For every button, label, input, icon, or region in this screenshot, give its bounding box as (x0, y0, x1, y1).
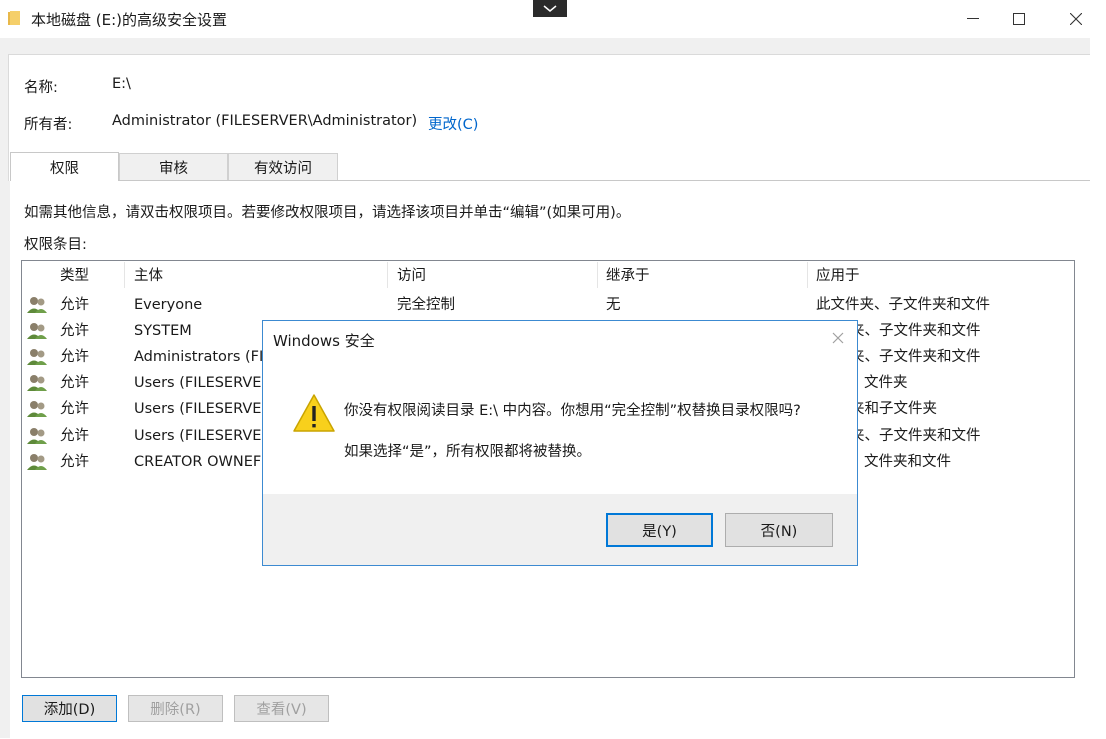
column-divider (387, 262, 388, 288)
tab-effective-access[interactable]: 有效访问 (228, 153, 338, 180)
entries-label: 权限条目: (24, 237, 87, 253)
tab-auditing[interactable]: 审核 (119, 153, 228, 180)
name-label: 名称: (24, 80, 58, 96)
row-principal: Users (FILESERVEI (134, 375, 266, 391)
change-owner-link[interactable]: 更改(C) (428, 113, 478, 134)
row-inherited: 无 (606, 297, 621, 313)
window-title: 本地磁盘 (E:)的高级安全设置 (31, 11, 228, 29)
dialog-close-button[interactable] (829, 329, 847, 347)
column-header-access[interactable]: 访问 (397, 264, 426, 288)
dialog-title: Windows 安全 (273, 332, 375, 350)
remove-button[interactable]: 删除(R) (128, 695, 223, 722)
row-applies: 此文件夹、子文件夹和文件 (816, 297, 990, 313)
users-icon (27, 401, 47, 417)
window-edge (1090, 38, 1106, 738)
name-value: E:\ (112, 76, 131, 92)
column-header-inherited[interactable]: 继承于 (606, 264, 650, 288)
users-icon (27, 323, 47, 339)
row-applies: 文件夹 (864, 375, 908, 391)
view-button[interactable]: 查看(V) (234, 695, 329, 722)
row-applies: 夹、子文件夹和文件 (850, 428, 981, 444)
row-type: 允许 (60, 297, 89, 313)
owner-label: 所有者: (24, 117, 73, 133)
folder-icon (8, 11, 20, 25)
column-header-principal[interactable]: 主体 (134, 264, 163, 288)
row-principal: Users (FILESERVEI (134, 428, 266, 444)
column-header-applies[interactable]: 应用于 (816, 264, 860, 288)
dialog-submessage: 如果选择“是”，所有权限都将被替换。 (344, 444, 592, 460)
table-row[interactable]: 允许 Everyone 完全控制 无 此文件夹、子文件夹和文件 (22, 294, 1072, 318)
row-type: 允许 (60, 323, 89, 339)
yes-button[interactable]: 是(Y) (606, 513, 713, 547)
row-principal: CREATOR OWNEF (134, 454, 262, 470)
row-applies: 夹、子文件夹和文件 (850, 349, 981, 365)
row-principal: SYSTEM (134, 323, 192, 339)
chevron-down-icon (543, 5, 557, 12)
users-icon (27, 375, 47, 391)
owner-value: Administrator (FILESERVER\Administrator) (112, 113, 418, 129)
row-applies: 夹、子文件夹和文件 (850, 323, 981, 339)
row-applies: 文件夹和文件 (864, 454, 951, 470)
column-divider (597, 262, 598, 288)
dialog-message: 你没有权限阅读目录 E:\ 中内容。你想用“完全控制”权替换目录权限吗? (344, 403, 801, 419)
row-type: 允许 (60, 401, 89, 417)
row-type: 允许 (60, 428, 89, 444)
row-access: 完全控制 (397, 297, 455, 313)
info-text: 如需其他信息，请双击权限项目。若要修改权限项目，请选择该项目并单击“编辑”(如果… (24, 205, 631, 221)
row-type: 允许 (60, 349, 89, 365)
minimize-icon (967, 18, 979, 19)
users-icon (27, 297, 47, 313)
warning-icon (293, 393, 335, 433)
row-principal: Users (FILESERVEI (134, 401, 266, 417)
tab-permissions[interactable]: 权限 (10, 152, 119, 181)
users-icon (27, 428, 47, 444)
close-icon (1070, 13, 1082, 25)
users-icon (27, 454, 47, 470)
row-type: 允许 (60, 454, 89, 470)
maximize-button[interactable] (996, 0, 1042, 38)
users-icon (27, 349, 47, 365)
close-icon (832, 332, 844, 344)
maximize-icon (1013, 13, 1025, 25)
close-button[interactable] (1053, 0, 1099, 38)
row-principal: Administrators (FI (134, 349, 264, 365)
minimize-button[interactable] (950, 0, 996, 38)
column-divider (124, 262, 125, 288)
collapse-tab[interactable] (533, 0, 567, 17)
row-principal: Everyone (134, 297, 203, 313)
row-type: 允许 (60, 375, 89, 391)
add-button[interactable]: 添加(D) (22, 695, 117, 722)
no-button[interactable]: 否(N) (725, 513, 833, 547)
column-header-type[interactable]: 类型 (60, 264, 89, 288)
column-divider (807, 262, 808, 288)
row-applies: 夹和子文件夹 (850, 401, 937, 417)
